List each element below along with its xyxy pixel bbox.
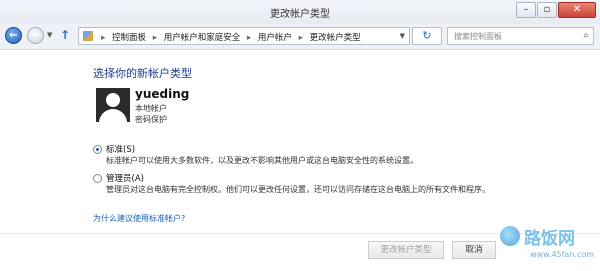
breadcrumb-item-control-panel[interactable]: 控制面板 xyxy=(112,33,146,43)
title-bar: 更改帐户类型 – ▫ ✕ xyxy=(0,0,600,25)
maximize-button[interactable]: ▫ xyxy=(537,2,557,18)
page-title: 选择你的新帐户类型 xyxy=(93,67,192,80)
breadcrumb-separator: ▸ xyxy=(101,33,106,43)
avatar xyxy=(96,88,130,122)
search-icon[interactable]: ⌕ xyxy=(583,30,589,41)
recent-pages-dropdown[interactable]: ▼ xyxy=(47,31,52,39)
breadcrumb-separator: ▸ xyxy=(152,33,157,43)
chevron-down-icon: ▼ xyxy=(47,31,53,39)
breadcrumb-separator: ▸ xyxy=(298,33,303,43)
address-bar[interactable]: ▸ 控制面板 ▸ 用户帐户和家庭安全 ▸ 用户帐户 ▸ 更改帐户类型 ▼ xyxy=(78,27,410,45)
breadcrumb-item-user-accounts-family-safety[interactable]: 用户帐户和家庭安全 xyxy=(164,33,241,43)
watermark-url: www.45fan.com xyxy=(530,250,595,259)
administrator-description: 管理员对这台电脑有完全控制权。他们可以更改任何设置，还可以访问存储在这台电脑上的… xyxy=(106,185,490,194)
standard-description: 标准帐户可以使用大多数软件，以及更改不影响其他用户或这台电脑安全性的系统设置。 xyxy=(106,156,418,165)
chevron-down-icon: ▼ xyxy=(399,32,405,40)
minimize-icon: – xyxy=(523,4,529,15)
address-dropdown[interactable]: ▼ xyxy=(400,32,405,40)
cancel-button[interactable]: 取消 xyxy=(452,241,496,259)
watermark-brand: 路饭网 xyxy=(524,229,575,249)
window-title: 更改帐户类型 xyxy=(270,9,330,20)
breadcrumb: ▸ 控制面板 ▸ 用户帐户和家庭安全 ▸ 用户帐户 ▸ 更改帐户类型 xyxy=(97,31,361,43)
account-type-text: 本地帐户 xyxy=(135,104,167,113)
forward-arrow-icon: → xyxy=(31,30,40,41)
why-standard-account-link[interactable]: 为什么建议使用标准帐户? xyxy=(93,213,185,224)
password-status-text: 密码保护 xyxy=(135,115,167,124)
maximize-icon: ▫ xyxy=(543,4,551,15)
user-silhouette-icon xyxy=(106,93,120,107)
standard-radio[interactable] xyxy=(93,145,102,154)
control-panel-icon xyxy=(83,31,93,41)
watermark: 路饭网 www.45fan.com xyxy=(500,220,600,271)
breadcrumb-item-user-accounts[interactable]: 用户帐户 xyxy=(258,33,292,43)
search-box[interactable]: 搜索控制面板 ⌕ xyxy=(447,27,594,45)
administrator-label[interactable]: 管理员(A) xyxy=(106,172,144,184)
back-button[interactable]: ← xyxy=(5,27,22,44)
close-icon: ✕ xyxy=(572,4,582,15)
watermark-logo-icon xyxy=(500,226,520,246)
up-button[interactable]: ↑ xyxy=(60,28,70,42)
forward-button[interactable]: → xyxy=(27,27,44,44)
navigation-bar: ← → ▼ ↑ ▸ 控制面板 ▸ 用户帐户和家庭安全 ▸ 用户帐户 ▸ 更改帐户… xyxy=(0,24,600,50)
close-button[interactable]: ✕ xyxy=(558,2,596,18)
back-arrow-icon: ← xyxy=(9,30,18,41)
search-input[interactable]: 搜索控制面板 xyxy=(454,31,502,42)
up-arrow-icon: ↑ xyxy=(60,28,71,42)
refresh-button[interactable]: ↻ xyxy=(412,27,442,45)
minimize-button[interactable]: – xyxy=(516,2,536,18)
refresh-icon: ↻ xyxy=(422,29,432,42)
breadcrumb-item-change-account-type[interactable]: 更改帐户类型 xyxy=(310,33,361,43)
user-name: yueding xyxy=(135,87,190,101)
standard-label[interactable]: 标准(S) xyxy=(106,143,135,155)
change-account-type-button[interactable]: 更改帐户类型 xyxy=(368,241,444,259)
administrator-radio[interactable] xyxy=(93,174,102,183)
breadcrumb-separator: ▸ xyxy=(246,33,252,43)
